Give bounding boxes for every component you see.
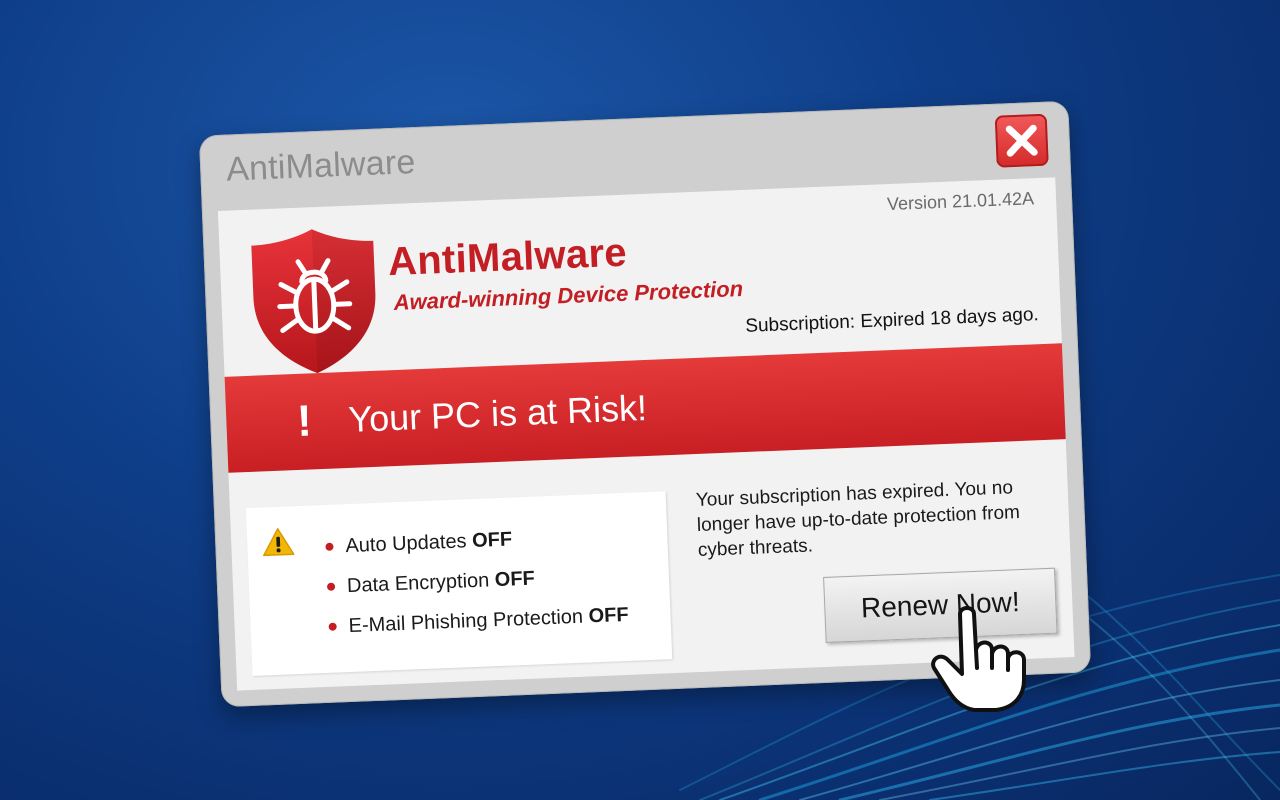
close-button[interactable] bbox=[994, 113, 1049, 168]
bullet-dot bbox=[325, 542, 334, 551]
risk-alert-message: Your PC is at Risk! bbox=[347, 386, 648, 440]
status-item-state: OFF bbox=[588, 603, 629, 628]
status-item-state: OFF bbox=[494, 567, 536, 592]
shield-bug-icon bbox=[251, 229, 376, 374]
protection-status-box: Auto Updates OFF Data Encryption OFF E-M… bbox=[245, 491, 673, 676]
bullet-dot bbox=[326, 582, 336, 591]
bullet-dot bbox=[328, 622, 337, 631]
window-title: AntiMalware bbox=[225, 143, 417, 189]
status-item-label: Auto Updates bbox=[345, 530, 473, 558]
expired-message: Your subscription has expired. You no lo… bbox=[695, 477, 1021, 561]
subscription-status: Subscription: Expired 18 days ago. bbox=[744, 304, 1040, 337]
brand-name: AntiMalware bbox=[387, 230, 628, 285]
status-item-state: OFF bbox=[471, 528, 513, 553]
status-item-label: E-Mail Phishing Protection bbox=[348, 605, 590, 638]
version-label: Version 21.01.42A bbox=[886, 188, 1035, 215]
warning-triangle-icon bbox=[263, 528, 295, 557]
exclamation-icon: ! bbox=[296, 396, 313, 446]
protection-status-list: Auto Updates OFF Data Encryption OFF E-M… bbox=[325, 515, 630, 647]
hand-cursor-icon bbox=[931, 606, 1026, 712]
status-item-label: Data Encryption bbox=[346, 569, 496, 598]
close-icon bbox=[1005, 124, 1038, 157]
